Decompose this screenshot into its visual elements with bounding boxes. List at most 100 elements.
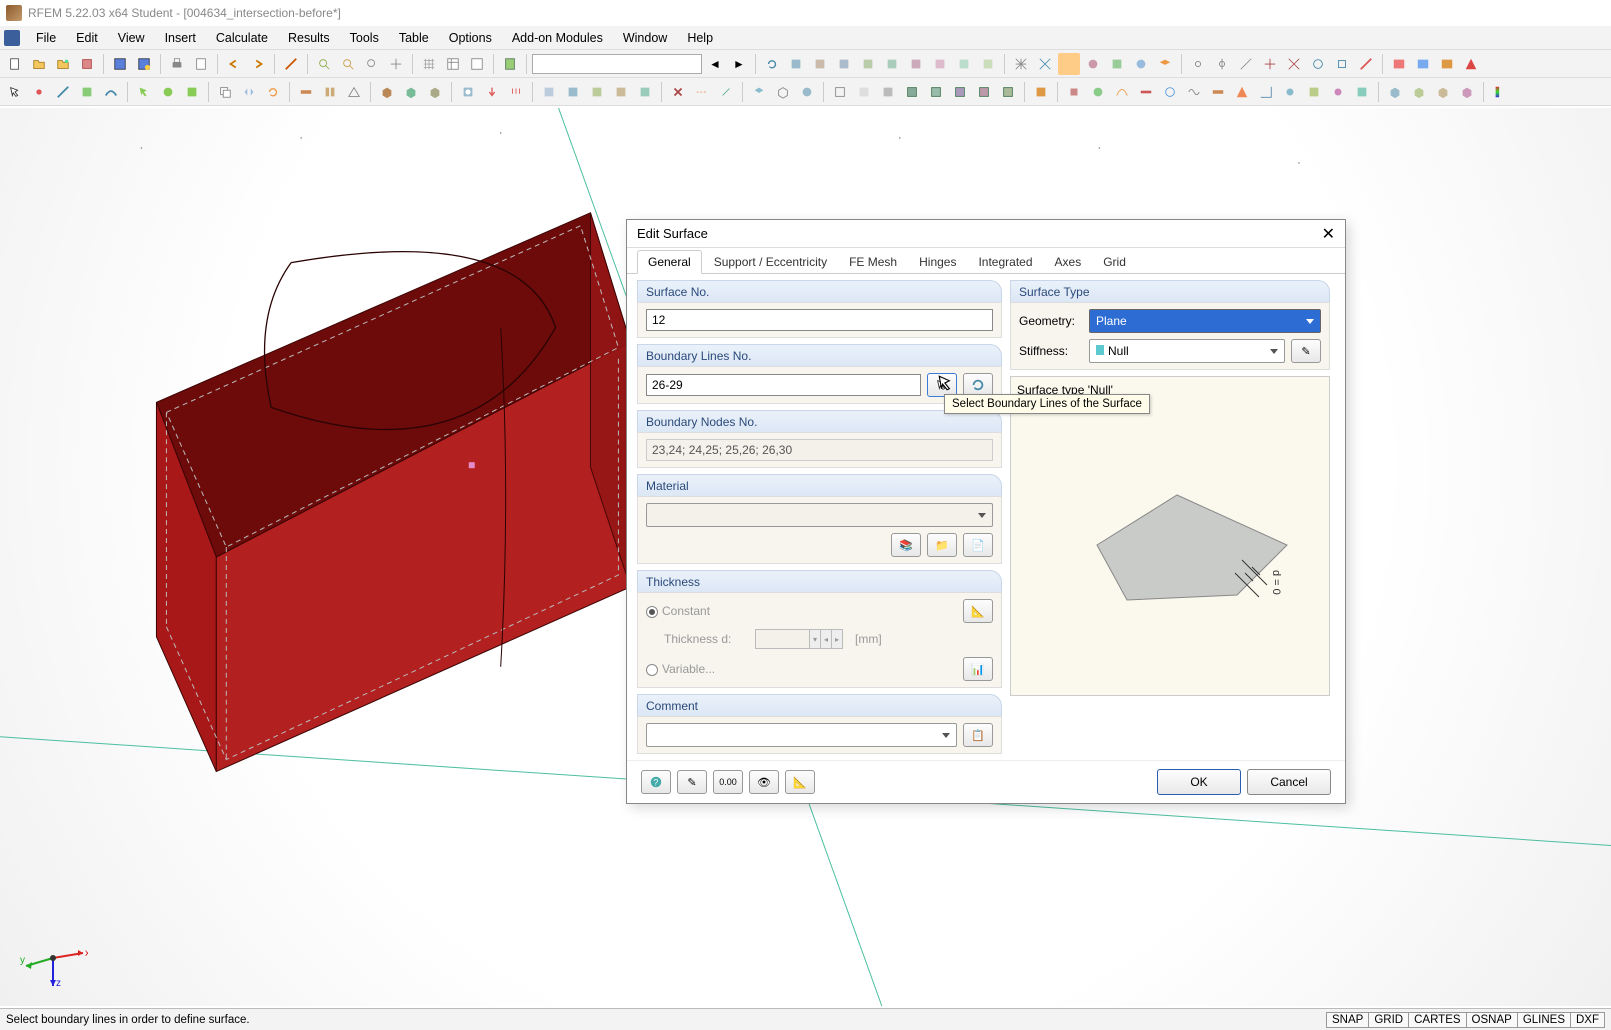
view3-icon[interactable]: [796, 81, 818, 103]
opt3-icon[interactable]: [833, 53, 855, 75]
load2-icon[interactable]: [505, 81, 527, 103]
disp8-icon[interactable]: [997, 81, 1019, 103]
close-icon[interactable]: ✕: [1322, 224, 1335, 244]
r9-icon[interactable]: [1255, 81, 1277, 103]
close-icon[interactable]: [76, 53, 98, 75]
r10-icon[interactable]: [1279, 81, 1301, 103]
prev-icon[interactable]: ◄: [704, 53, 726, 75]
mesh1-icon[interactable]: [1010, 53, 1032, 75]
sel2-icon[interactable]: [157, 81, 179, 103]
model2-icon[interactable]: [562, 81, 584, 103]
calculate-icon[interactable]: [499, 53, 521, 75]
opt7-icon[interactable]: [929, 53, 951, 75]
ext-icon[interactable]: [715, 81, 737, 103]
pick-button[interactable]: 📐: [785, 770, 815, 794]
comment-catalog-button[interactable]: 📋: [963, 723, 993, 747]
zoom-icon[interactable]: [337, 53, 359, 75]
sel3-icon[interactable]: [181, 81, 203, 103]
solid2-icon[interactable]: [400, 81, 422, 103]
snap4-icon[interactable]: [1259, 53, 1281, 75]
material-new-button[interactable]: 📁: [927, 533, 957, 557]
material-library-button[interactable]: 📚: [891, 533, 921, 557]
menu-file[interactable]: File: [26, 29, 66, 47]
opt9-icon[interactable]: [977, 53, 999, 75]
del-icon[interactable]: [667, 81, 689, 103]
menu-table[interactable]: Table: [389, 29, 439, 47]
details-button[interactable]: ✎: [677, 770, 707, 794]
mesh3-icon[interactable]: [1058, 53, 1080, 75]
print-icon[interactable]: [166, 53, 188, 75]
redo-icon[interactable]: [247, 53, 269, 75]
rotate-icon[interactable]: [262, 81, 284, 103]
view2-icon[interactable]: [772, 81, 794, 103]
menu-insert[interactable]: Insert: [155, 29, 206, 47]
member-icon[interactable]: [295, 81, 317, 103]
thickness-variable-button[interactable]: 📊: [963, 657, 993, 681]
r7-icon[interactable]: [1207, 81, 1229, 103]
tab-general[interactable]: General: [637, 250, 702, 274]
tab-integrated[interactable]: Integrated: [968, 251, 1042, 273]
mesh6-icon[interactable]: [1130, 53, 1152, 75]
surface-no-input[interactable]: [646, 309, 993, 331]
layer-icon[interactable]: [1154, 53, 1176, 75]
table2-icon[interactable]: [466, 53, 488, 75]
clr-icon[interactable]: [1030, 81, 1052, 103]
curve-icon[interactable]: [100, 81, 122, 103]
tab-support[interactable]: Support / Eccentricity: [704, 251, 837, 273]
snap7-icon[interactable]: [1331, 53, 1353, 75]
thickness-pick-button[interactable]: 📐: [963, 599, 993, 623]
section-icon[interactable]: [319, 81, 341, 103]
measure-icon[interactable]: [280, 53, 302, 75]
tab-axes[interactable]: Axes: [1045, 251, 1092, 273]
disp2-icon[interactable]: [853, 81, 875, 103]
r3-icon[interactable]: [1111, 81, 1133, 103]
help-button[interactable]: ?: [641, 770, 671, 794]
loadcase-combo[interactable]: [532, 54, 702, 74]
snap1-icon[interactable]: [1187, 53, 1209, 75]
model3-icon[interactable]: [586, 81, 608, 103]
color-legend-icon[interactable]: [1489, 81, 1511, 103]
mod1-icon[interactable]: [1388, 53, 1410, 75]
mesh2-icon[interactable]: [1034, 53, 1056, 75]
support-icon[interactable]: [343, 81, 365, 103]
opt5-icon[interactable]: [881, 53, 903, 75]
snap3-icon[interactable]: [1235, 53, 1257, 75]
zoom-prev-icon[interactable]: [361, 53, 383, 75]
ok-button[interactable]: OK: [1157, 769, 1241, 795]
menu-tools[interactable]: Tools: [340, 29, 389, 47]
opt4-icon[interactable]: [857, 53, 879, 75]
new-file-icon[interactable]: [4, 53, 26, 75]
r8-icon[interactable]: [1231, 81, 1253, 103]
menu-drop-icon[interactable]: [4, 30, 20, 46]
r2-icon[interactable]: [1087, 81, 1109, 103]
undo-icon[interactable]: [223, 53, 245, 75]
mod2-icon[interactable]: [1412, 53, 1434, 75]
disp3-icon[interactable]: [877, 81, 899, 103]
material-select[interactable]: [646, 503, 993, 527]
opt6-icon[interactable]: [905, 53, 927, 75]
select-icon[interactable]: [4, 81, 26, 103]
status-cartes[interactable]: CARTES: [1408, 1012, 1466, 1028]
disp4-icon[interactable]: [901, 81, 923, 103]
r13-icon[interactable]: [1351, 81, 1373, 103]
status-snap[interactable]: SNAP: [1326, 1012, 1369, 1028]
print-preview-icon[interactable]: [190, 53, 212, 75]
r4-icon[interactable]: [1135, 81, 1157, 103]
menu-window[interactable]: Window: [613, 29, 677, 47]
sel1-icon[interactable]: [133, 81, 155, 103]
snap6-icon[interactable]: [1307, 53, 1329, 75]
snap5-icon[interactable]: [1283, 53, 1305, 75]
grid-icon[interactable]: [418, 53, 440, 75]
stiffness-edit-button[interactable]: ✎: [1291, 339, 1321, 363]
disp7-icon[interactable]: [973, 81, 995, 103]
snap8-icon[interactable]: [1355, 53, 1377, 75]
status-glines[interactable]: GLINES: [1517, 1012, 1571, 1028]
cancel-button[interactable]: Cancel: [1247, 769, 1331, 795]
opt2-icon[interactable]: [809, 53, 831, 75]
dialog-titlebar[interactable]: Edit Surface ✕: [627, 220, 1345, 248]
solid3-icon[interactable]: [424, 81, 446, 103]
save-icon[interactable]: [109, 53, 131, 75]
iso3-icon[interactable]: [1432, 81, 1454, 103]
menu-calculate[interactable]: Calculate: [206, 29, 278, 47]
saveas-icon[interactable]: [133, 53, 155, 75]
